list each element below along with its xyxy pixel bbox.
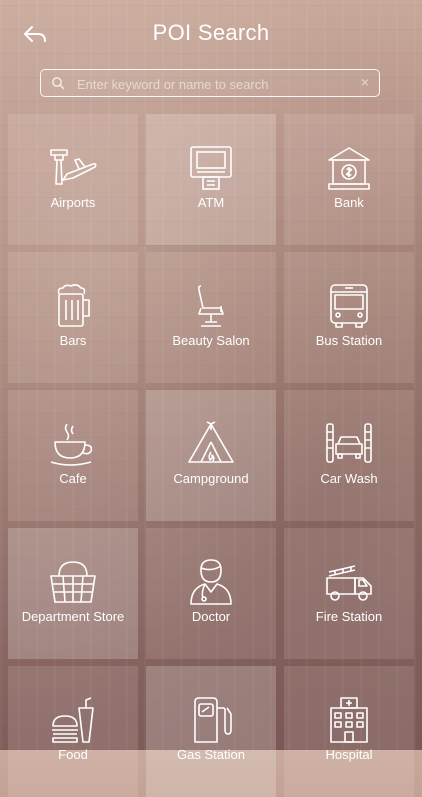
tile-label: Car Wash	[320, 471, 378, 486]
tile-label: Department Store	[21, 609, 125, 624]
coffee-cup-icon	[50, 423, 93, 466]
beer-mug-icon	[57, 284, 90, 327]
tile-label: Campground	[173, 471, 249, 486]
tile-car-wash[interactable]: Car Wash	[284, 390, 414, 521]
tile-label: Doctor	[191, 609, 231, 624]
header: POI Search	[0, 0, 422, 66]
tile-food[interactable]: Food	[8, 666, 138, 797]
bus-icon	[330, 284, 368, 328]
gas-pump-icon	[194, 697, 232, 743]
tile-department-store[interactable]: Department Store	[8, 528, 138, 659]
tile-airports[interactable]: Airports	[8, 114, 138, 245]
tile-campground[interactable]: Campground	[146, 390, 276, 521]
tile-beauty-salon[interactable]: Beauty Salon	[146, 252, 276, 383]
tile-label: Bank	[334, 195, 364, 210]
tile-label: Beauty Salon	[172, 333, 250, 348]
car-wash-icon	[326, 423, 372, 463]
airport-icon	[50, 149, 97, 185]
tile-fire-station[interactable]: Fire Station	[284, 528, 414, 659]
salon-chair-icon	[197, 285, 224, 327]
search-bar[interactable]: ×	[40, 69, 380, 97]
atm-icon	[190, 146, 232, 190]
search-icon	[52, 77, 65, 90]
tile-label: Fire Station	[315, 609, 383, 624]
tile-bus-station[interactable]: Bus Station	[284, 252, 414, 383]
tile-label: Bars	[59, 333, 87, 348]
bank-icon	[328, 147, 370, 190]
search-input[interactable]	[75, 73, 359, 95]
tile-doctor[interactable]: Doctor	[146, 528, 276, 659]
tile-label: Airports	[50, 195, 96, 210]
burger-drink-icon	[52, 697, 94, 743]
basket-icon	[50, 561, 96, 603]
tile-label: Bus Station	[315, 333, 383, 348]
tile-label: ATM	[197, 195, 225, 210]
tile-label: Cafe	[59, 471, 87, 486]
doctor-icon	[190, 559, 232, 605]
hospital-icon	[330, 697, 368, 743]
tent-icon	[188, 421, 234, 463]
tile-label: Gas Station	[177, 747, 245, 762]
clear-icon[interactable]: ×	[361, 74, 369, 90]
page-title: POI Search	[152, 20, 270, 45]
tile-atm[interactable]: ATM	[146, 114, 276, 245]
tile-label: Hospital	[325, 747, 373, 762]
fire-truck-icon	[326, 565, 372, 601]
tile-cafe[interactable]: Cafe	[8, 390, 138, 521]
tile-hospital[interactable]: Hospital	[284, 666, 414, 797]
tile-label: Food	[58, 747, 88, 762]
tile-gas-station[interactable]: Gas Station	[146, 666, 276, 797]
tile-bank[interactable]: Bank	[284, 114, 414, 245]
tile-bars[interactable]: Bars	[8, 252, 138, 383]
